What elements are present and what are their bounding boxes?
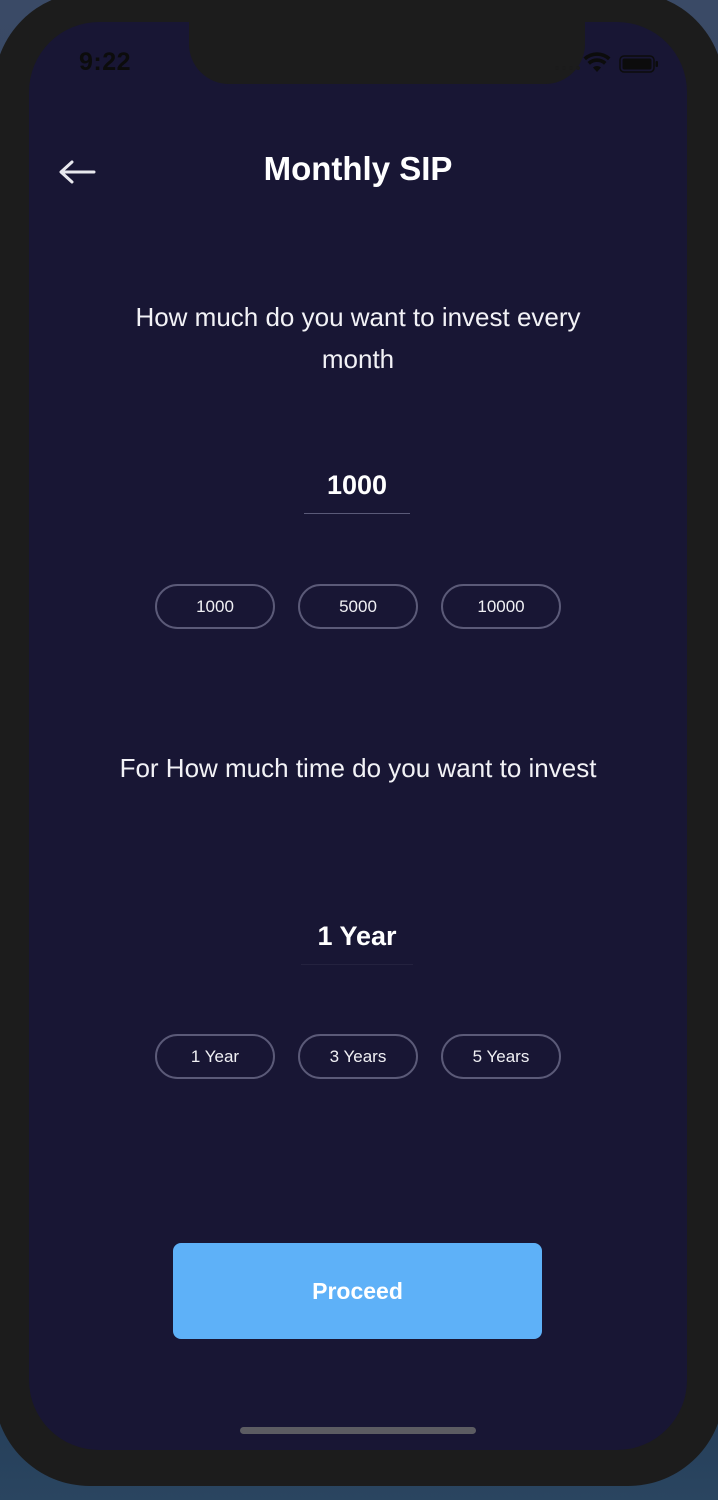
- duration-chip-1-year[interactable]: 1 Year: [155, 1034, 275, 1079]
- wifi-icon: [583, 52, 611, 72]
- app-screen: 9:22 Monthly SIP How much do you want to…: [29, 22, 687, 1450]
- status-time: 9:22: [79, 48, 132, 76]
- duration-chip-5-years[interactable]: 5 Years: [441, 1034, 561, 1079]
- duration-options: 1 Year 3 Years 5 Years: [155, 1034, 561, 1079]
- duration-question: For How much time do you want to invest: [119, 753, 597, 783]
- amount-chip-5000[interactable]: 5000: [298, 584, 418, 629]
- proceed-button[interactable]: Proceed: [173, 1243, 542, 1339]
- home-indicator[interactable]: [240, 1427, 476, 1434]
- duration-input[interactable]: 1 Year: [301, 913, 413, 965]
- amount-chip-1000[interactable]: 1000: [155, 584, 275, 629]
- amount-question: How much do you want to invest every mon…: [135, 302, 581, 374]
- duration-chip-3-years[interactable]: 3 Years: [298, 1034, 418, 1079]
- amount-input[interactable]: 1000: [304, 462, 410, 514]
- amount-chip-10000[interactable]: 10000: [441, 584, 561, 629]
- page-title: Monthly SIP: [263, 150, 453, 187]
- notch: [189, 22, 585, 84]
- amount-options: 1000 5000 10000: [155, 584, 561, 629]
- signal-dots-icon: [555, 66, 580, 70]
- battery-icon: [619, 55, 658, 73]
